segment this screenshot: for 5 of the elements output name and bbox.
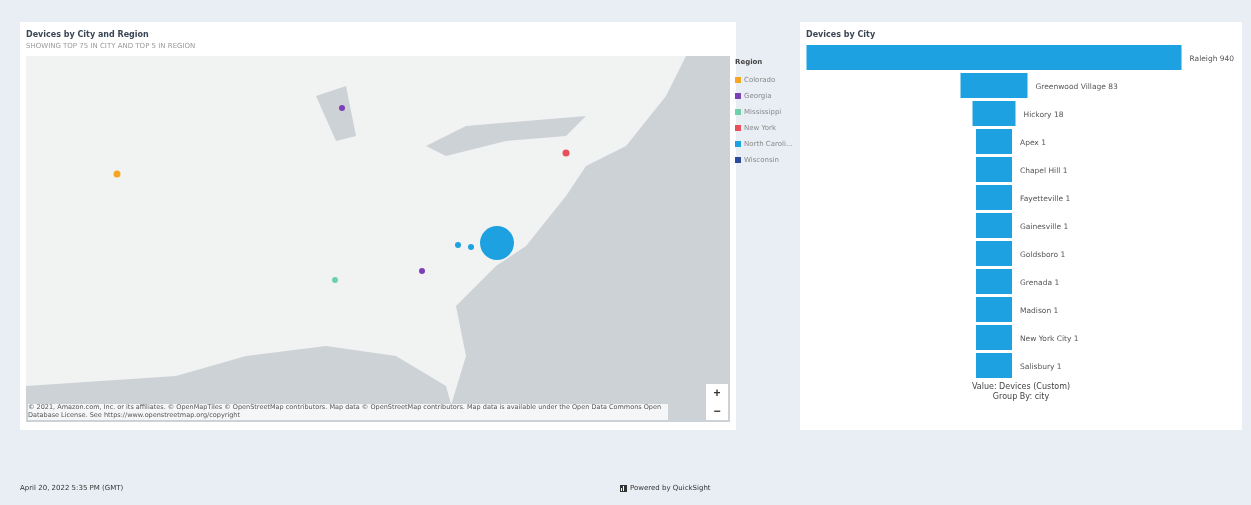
visual-title: Devices by City and Region bbox=[26, 30, 150, 39]
value-caption: Value: Devices (Custom) bbox=[971, 382, 1071, 391]
chart-icon bbox=[620, 484, 627, 492]
visual-title: Devices by City bbox=[806, 30, 876, 39]
group-caption: Group By: city bbox=[992, 392, 1050, 401]
